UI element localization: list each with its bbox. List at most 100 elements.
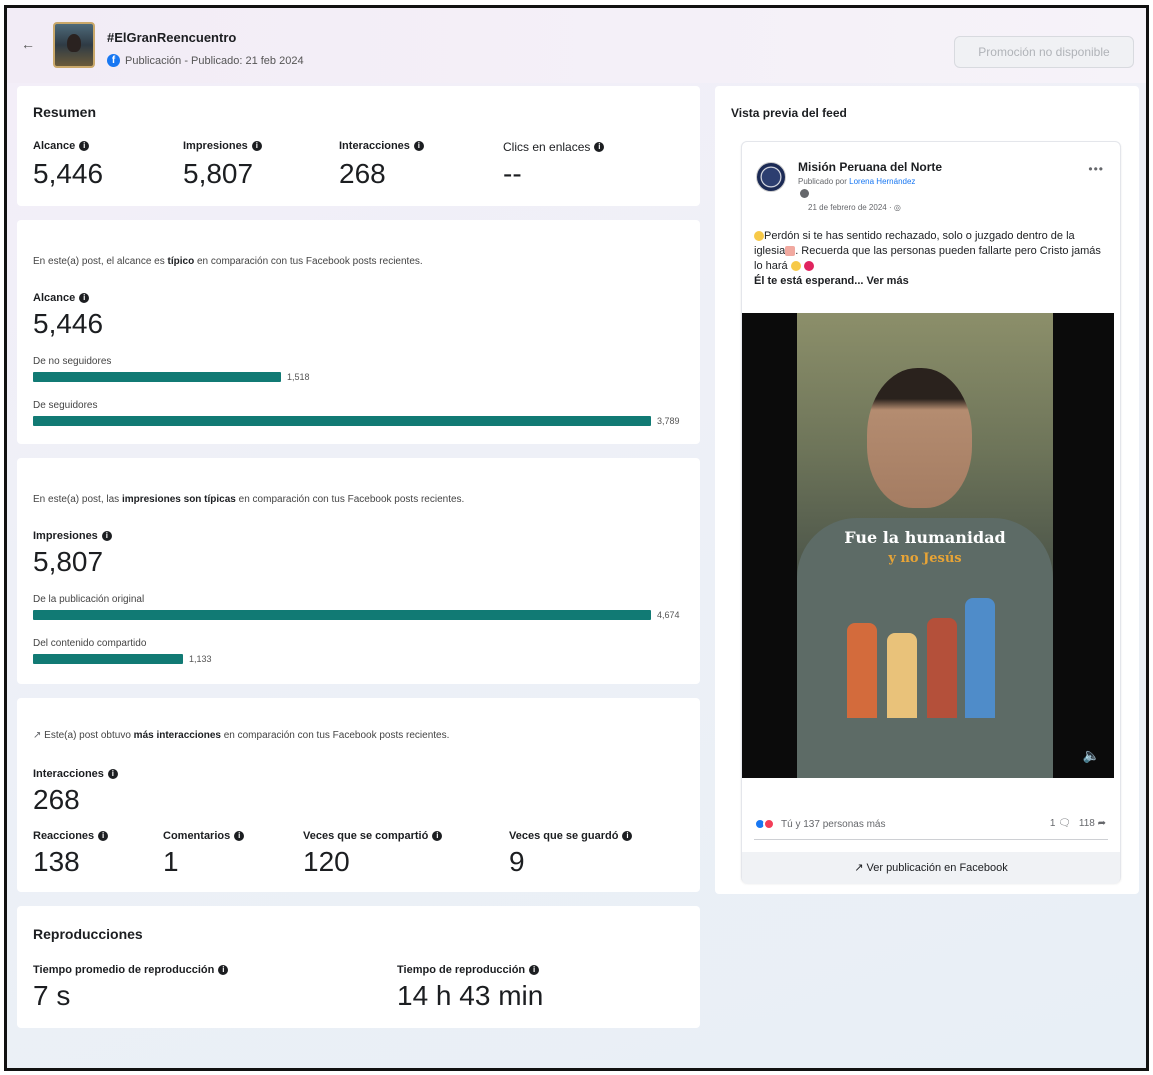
reactions-text: Tú y 137 personas más <box>781 818 886 830</box>
interactions-description: ↗ Este(a) post obtuvo más interacciones … <box>33 730 450 741</box>
facebook-post-preview: Misión Peruana del Norte Publicado por L… <box>741 141 1121 884</box>
heart-emoji-icon <box>803 261 814 272</box>
bar-value-shared: 1,133 <box>189 654 212 664</box>
comment-icon: 🗨 <box>1058 818 1071 829</box>
comments-value: 1 <box>163 846 179 877</box>
video-building <box>887 633 917 718</box>
bar-value-original: 4,674 <box>657 610 680 620</box>
published-by: Publicado por Lorena Hernández <box>798 177 916 186</box>
emoji-icon <box>790 261 801 272</box>
bar-non-followers <box>33 372 281 382</box>
reach-value: 5,446 <box>33 308 104 339</box>
post-date: 21 de febrero de 2024 · ◎ <box>808 203 901 212</box>
info-icon <box>800 189 809 198</box>
bar-label-followers: De seguidores <box>33 400 98 411</box>
bar-label-non-followers: De no seguidores <box>33 356 112 367</box>
info-icon[interactable]: i <box>107 769 118 779</box>
shares-label: Veces que se compartió i <box>303 830 443 842</box>
back-arrow-icon[interactable]: ← <box>21 36 37 52</box>
plays-title: Reproducciones <box>33 926 143 942</box>
bar-value-followers: 3,789 <box>657 416 680 426</box>
comments-label: Comentarios i <box>163 830 245 842</box>
impressions-label: Impresiones i <box>33 530 112 542</box>
info-icon[interactable]: i <box>594 142 605 152</box>
reach-label: Alcance i <box>33 292 90 304</box>
post-title: #ElGranReencuentro <box>107 30 237 45</box>
info-icon[interactable]: i <box>432 831 443 841</box>
info-icon[interactable]: i <box>98 831 109 841</box>
info-icon[interactable]: i <box>529 965 540 975</box>
app-frame: ← #ElGranReencuentro f Publicación - Pub… <box>4 5 1149 1071</box>
info-icon[interactable]: i <box>251 141 262 151</box>
page-name[interactable]: Misión Peruana del Norte <box>798 160 942 174</box>
interactions-label: Interacciones i <box>33 768 118 780</box>
info-icon[interactable]: i <box>79 141 90 151</box>
bar-shared <box>33 654 183 664</box>
volume-icon[interactable]: 🔈 <box>1083 747 1100 764</box>
interactions-card: ↗ Este(a) post obtuvo más interacciones … <box>17 698 700 892</box>
post-thumbnail <box>53 22 95 68</box>
shares-value: 120 <box>303 846 350 877</box>
saves-label: Veces que se guardó i <box>509 830 633 842</box>
post-header: ← #ElGranReencuentro f Publicación - Pub… <box>7 8 1146 83</box>
metric-label-link-clicks: Clics en enlaces i <box>503 140 605 154</box>
summary-title: Resumen <box>33 104 97 120</box>
interactions-value: 268 <box>33 784 80 815</box>
metric-value-reach: 5,446 <box>33 158 104 189</box>
reach-card: En este(a) post, el alcance es típico en… <box>17 220 700 444</box>
globe-icon: ◎ <box>893 203 901 212</box>
info-icon[interactable]: i <box>622 831 633 841</box>
info-icon[interactable]: i <box>101 531 112 541</box>
summary-card: Resumen Alcance i 5,446 Impresiones i 5,80… <box>17 86 700 206</box>
impressions-value: 5,807 <box>33 546 104 577</box>
page-avatar[interactable] <box>756 162 786 192</box>
video-caption-main: Fue la humanidad <box>844 528 1006 547</box>
comments-count[interactable]: 1 🗨 <box>1050 818 1071 829</box>
impressions-card: En este(a) post, las impresiones son típ… <box>17 458 700 684</box>
video-caption-sub: y no Jesús <box>888 551 962 566</box>
reactions-label: Reacciones i <box>33 830 109 842</box>
trend-up-icon: ↗ <box>33 730 45 741</box>
metric-label-reach: Alcance i <box>33 140 90 152</box>
video-building <box>847 623 877 718</box>
post-video[interactable]: Fue la humanidad y no Jesús 🔈 <box>742 313 1114 778</box>
impressions-description: En este(a) post, las impresiones son típ… <box>33 494 465 505</box>
metric-label-interactions: Interacciones i <box>339 140 424 152</box>
video-building <box>927 618 957 718</box>
feed-preview-card: Vista previa del feed Misión Peruana del… <box>715 86 1139 894</box>
bar-value-non-followers: 1,518 <box>287 372 310 382</box>
video-building <box>965 598 995 718</box>
metric-value-interactions: 268 <box>339 158 386 189</box>
plays-card: Reproducciones Tiempo promedio de reprod… <box>17 906 700 1028</box>
saves-value: 9 <box>509 846 525 877</box>
see-more-link[interactable]: Ver más <box>867 275 909 287</box>
watch-time-label: Tiempo de reproducción i <box>397 964 540 976</box>
metric-label-impressions: Impresiones i <box>183 140 262 152</box>
bar-label-original: De la publicación original <box>33 594 145 605</box>
video-person <box>867 368 972 508</box>
bar-followers <box>33 416 651 426</box>
emoji-icon <box>754 231 764 242</box>
feed-preview-title: Vista previa del feed <box>731 106 847 120</box>
shares-count[interactable]: 118 ➦ <box>1079 818 1106 829</box>
info-icon[interactable]: i <box>413 141 424 151</box>
info-icon[interactable]: i <box>234 831 245 841</box>
external-link-icon: ↗ <box>854 862 864 874</box>
metric-value-link-clicks: -- <box>503 158 522 189</box>
engagement-counts: 1 🗨 118 ➦ <box>1050 818 1106 829</box>
more-options-icon[interactable]: ••• <box>1088 162 1104 176</box>
post-subtitle: f Publicación - Publicado: 21 feb 2024 <box>107 54 304 67</box>
divider <box>754 839 1108 840</box>
metric-value-impressions: 5,807 <box>183 158 254 189</box>
reactions-value: 138 <box>33 846 80 877</box>
promotion-button[interactable]: Promoción no disponible <box>954 36 1134 68</box>
reactions-summary[interactable]: Tú y 137 personas más <box>754 818 886 830</box>
church-emoji-icon <box>785 246 796 257</box>
love-reaction-icon <box>763 818 775 830</box>
view-on-facebook-button[interactable]: ↗ Ver publicación en Facebook <box>742 852 1120 884</box>
info-icon[interactable]: i <box>79 293 90 303</box>
post-published-date: Publicación - Publicado: 21 feb 2024 <box>125 54 304 67</box>
info-icon[interactable]: i <box>218 965 229 975</box>
avg-watch-time-label: Tiempo promedio de reproducción i <box>33 964 229 976</box>
avg-watch-time-value: 7 s <box>33 980 71 1011</box>
